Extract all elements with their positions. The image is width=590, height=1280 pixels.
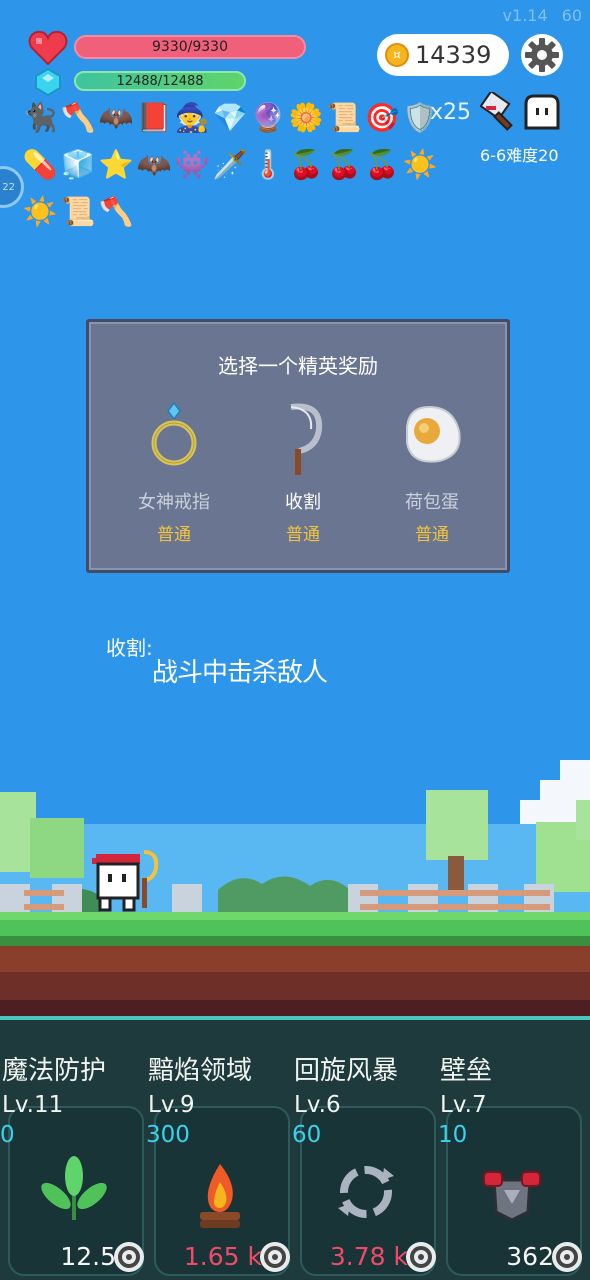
reward-name: 收割 — [285, 492, 321, 513]
reward-description-text: 战斗中击杀敌人 — [152, 658, 328, 688]
skill-level: Lv.11 — [2, 1092, 64, 1118]
skill-value: 300 — [146, 1122, 190, 1148]
hp-value: 9330/9330 — [152, 39, 228, 55]
skill-level: Lv.9 — [148, 1092, 195, 1118]
item-slot[interactable]: 💎 — [212, 100, 248, 136]
reward-option-sickle[interactable]: 收割 普通 — [243, 394, 363, 545]
coin-counter: ¤ 14339 — [377, 34, 509, 76]
cleaver-boss-icon — [480, 92, 513, 131]
item-row-1: 🐈‍⬛ 🪓 🦇 📕 🧙 💎 🔮 🌼 📜 🎯 🛡️ — [22, 100, 438, 136]
skill-level: Lv.7 — [440, 1092, 487, 1118]
item-slot[interactable]: 🪓 — [98, 194, 134, 230]
ring-icon — [151, 401, 197, 466]
item-slot[interactable]: 💊 — [22, 147, 58, 183]
panel-title: 选择一个精英奖励 — [218, 354, 378, 378]
item-multiplier: x25 — [430, 100, 472, 125]
item-slot[interactable]: 🦇 — [136, 147, 172, 183]
skill-upgrade-cost: 1.65 k — [183, 1242, 262, 1271]
skill-name: 黯焰领域 — [148, 1056, 253, 1086]
fps-label: 60 — [561, 6, 582, 25]
skill-name: 回旋风暴 — [294, 1056, 399, 1086]
reward-option-ring[interactable]: 女神戒指 普通 — [114, 394, 234, 545]
item-slot[interactable]: 🍒 — [288, 147, 324, 183]
ghost-icon — [524, 94, 560, 130]
item-slot[interactable]: ☀️ — [22, 194, 58, 230]
item-slot[interactable]: 🐈‍⬛ — [22, 100, 58, 136]
item-slot[interactable]: ⭐ — [98, 147, 134, 183]
skill-upgrade-cost: 12.5 — [60, 1242, 116, 1271]
version-info: v1.14 60 — [503, 6, 582, 25]
reward-rarity: 普通 — [286, 525, 320, 545]
item-slot[interactable]: ☀️ — [402, 147, 438, 183]
upgrade-cog-icon[interactable] — [404, 1240, 438, 1274]
skill-name: 壁垒 — [440, 1056, 493, 1086]
coin-icon: ¤ — [385, 43, 409, 67]
reward-option-egg[interactable]: 荷包蛋 普通 — [372, 394, 492, 545]
item-row-3: ☀️ 📜 🪓 — [22, 194, 134, 230]
side-round-badge[interactable]: 22 — [0, 166, 24, 208]
item-slot[interactable]: 🍒 — [364, 147, 400, 183]
campfire-icon — [200, 1164, 240, 1228]
skill-bulwark[interactable]: 壁垒 Lv.7 10 362 — [438, 1020, 584, 1280]
item-slot[interactable]: 🪓 — [60, 100, 96, 136]
upgrade-cog-icon[interactable] — [112, 1240, 146, 1274]
armor-icon — [483, 1171, 541, 1222]
item-slot[interactable]: 🦇 — [98, 100, 134, 136]
skill-whirlwind-storm[interactable]: 回旋风暴 Lv.6 60 3.78 k — [292, 1020, 438, 1280]
skill-upgrade-cost: 362 — [506, 1242, 554, 1271]
fried-egg-icon — [406, 405, 461, 463]
item-slot[interactable]: 🗡️ — [212, 147, 248, 183]
skill-value: 10 — [438, 1122, 468, 1148]
reward-rarity: 普通 — [415, 525, 449, 545]
item-slot[interactable]: 📜 — [60, 194, 96, 230]
item-slot[interactable]: 👾 — [174, 147, 210, 183]
item-slot[interactable]: 🧙 — [174, 100, 210, 136]
mana-gem-icon — [35, 68, 61, 96]
reward-name: 荷包蛋 — [405, 492, 459, 513]
stage-difficulty: 6-6难度20 — [480, 146, 559, 165]
mp-bar: 12488/12488 — [74, 71, 246, 91]
skill-magic-protection[interactable]: 魔法防护 Lv.11 0 12.5 — [0, 1020, 146, 1280]
skill-upgrade-cost: 3.78 k — [329, 1242, 408, 1271]
sickle-icon — [290, 403, 323, 475]
item-slot[interactable]: 🌼 — [288, 100, 324, 136]
battle-scene — [0, 760, 590, 1020]
hero-character — [92, 850, 159, 912]
item-slot[interactable]: 🔮 — [250, 100, 286, 136]
reward-rarity: 普通 — [157, 525, 191, 545]
item-slot[interactable]: 📕 — [136, 100, 172, 136]
item-slot[interactable]: 🌡️ — [250, 147, 286, 183]
skill-value: 0 — [0, 1122, 15, 1148]
hp-bar: 9330/9330 — [74, 35, 306, 59]
version-label: v1.14 — [502, 6, 548, 25]
leaf-icon — [41, 1156, 107, 1220]
skill-bar: 魔法防护 Lv.11 0 12.5 黯焰领域 Lv.9 300 1.65 k 回… — [0, 1016, 590, 1280]
mp-value: 12488/12488 — [116, 73, 204, 89]
item-row-2: 💊 🧊 ⭐ 🦇 👾 🗡️ 🌡️ 🍒 🍒 🍒 ☀️ — [22, 147, 438, 183]
item-slot[interactable]: 🧊 — [60, 147, 96, 183]
item-slot[interactable]: 📜 — [326, 100, 362, 136]
settings-gear-icon[interactable] — [520, 33, 564, 77]
item-slot[interactable]: 🎯 — [364, 100, 400, 136]
coin-value: 14339 — [415, 41, 492, 69]
heart-icon — [28, 30, 68, 66]
skill-name: 魔法防护 — [2, 1056, 107, 1086]
item-slot[interactable]: 🍒 — [326, 147, 362, 183]
skill-dark-flame-field[interactable]: 黯焰领域 Lv.9 300 1.65 k — [146, 1020, 292, 1280]
skill-value: 60 — [292, 1122, 322, 1148]
elite-reward-panel: 选择一个精英奖励 女神戒指 普通 收割 普通 荷包蛋 普通 — [86, 319, 510, 573]
side-badge-number: 22 — [2, 181, 15, 193]
reward-name: 女神戒指 — [138, 492, 210, 513]
reward-description-label: 收割: — [106, 636, 153, 660]
whirlwind-icon — [338, 1166, 394, 1218]
upgrade-cog-icon[interactable] — [550, 1240, 584, 1274]
upgrade-cog-icon[interactable] — [258, 1240, 292, 1274]
skill-level: Lv.6 — [294, 1092, 341, 1118]
